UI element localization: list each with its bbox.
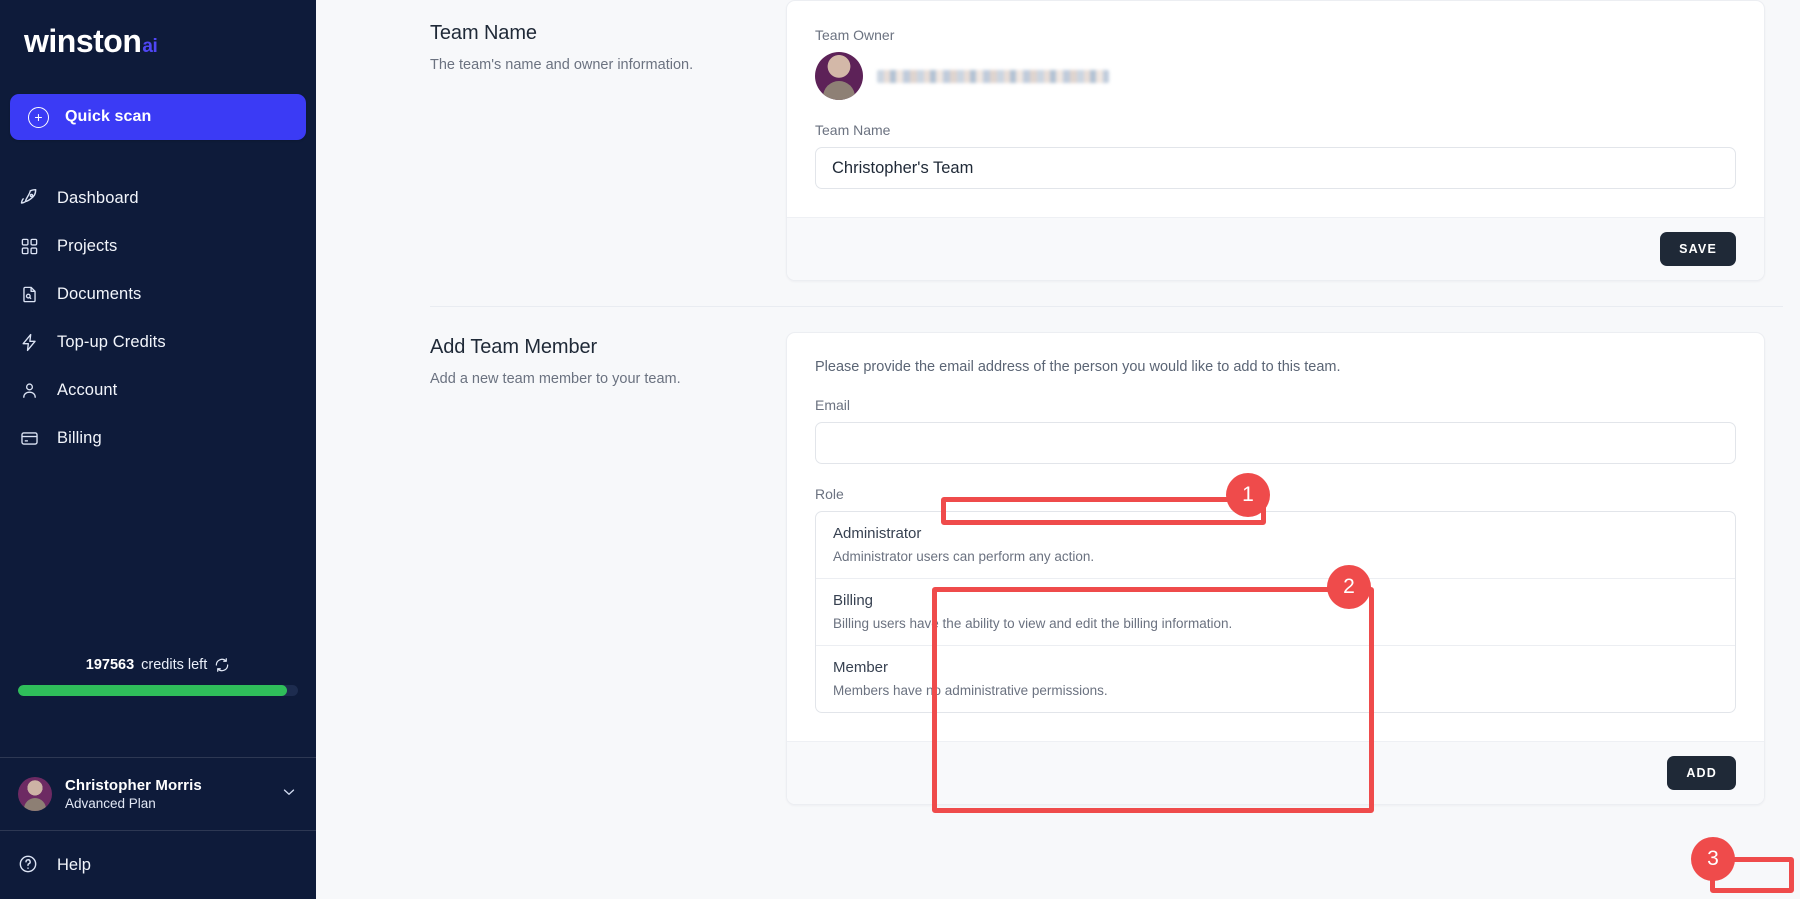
add-member-title: Add Team Member <box>430 336 786 359</box>
sidebar-user-menu[interactable]: Christopher Morris Advanced Plan <box>0 757 316 831</box>
email-field-block: Email <box>815 397 1736 464</box>
add-member-card: Please provide the email address of the … <box>786 332 1765 805</box>
avatar <box>18 777 52 811</box>
credit-card-icon <box>18 427 40 449</box>
sidebar-nav: Dashboard Projects Documents Top-up Cred… <box>0 174 316 462</box>
team-owner-row <box>815 52 1736 100</box>
email-input[interactable] <box>815 422 1736 464</box>
team-owner-label: Team Owner <box>815 27 1736 43</box>
user-info: Christopher Morris Advanced Plan <box>65 777 280 811</box>
sidebar-item-label: Top-up Credits <box>57 333 166 352</box>
brand-suffix: ai <box>142 36 157 59</box>
add-member-card-body: Please provide the email address of the … <box>787 333 1764 741</box>
grid-icon <box>18 235 40 257</box>
app-root: winstonai + Quick scan Dashboard Project… <box>0 0 1800 899</box>
chevron-down-icon <box>280 783 298 806</box>
role-option-name: Billing <box>833 592 1718 609</box>
role-option-member[interactable]: Member Members have no administrative pe… <box>816 645 1735 712</box>
bolt-icon <box>18 331 40 353</box>
plus-circle-icon: + <box>28 107 49 128</box>
annotation-badge-1: 1 <box>1226 473 1270 517</box>
team-name-heading-block: Team Name The team's name and owner info… <box>316 0 786 281</box>
annotation-badge-3: 3 <box>1691 837 1735 881</box>
team-name-subtitle: The team's name and owner information. <box>430 55 786 76</box>
sidebar-item-documents[interactable]: Documents <box>0 270 316 318</box>
avatar <box>815 52 863 100</box>
add-member-card-footer: ADD <box>787 741 1764 804</box>
add-member-intro: Please provide the email address of the … <box>815 359 1736 375</box>
help-label: Help <box>57 856 91 875</box>
role-option-description: Billing users have the ability to view a… <box>833 616 1718 631</box>
add-member-heading-block: Add Team Member Add a new team member to… <box>316 332 786 805</box>
help-circle-icon <box>18 854 40 876</box>
add-button[interactable]: ADD <box>1667 756 1736 790</box>
role-option-description: Administrator users can perform any acti… <box>833 549 1718 564</box>
sidebar-item-dashboard[interactable]: Dashboard <box>0 174 316 222</box>
role-option-name: Administrator <box>833 525 1718 542</box>
team-name-input[interactable] <box>815 147 1736 189</box>
brand-name: winston <box>24 22 141 60</box>
sidebar-item-label: Documents <box>57 285 141 304</box>
team-name-label: Team Name <box>815 122 1736 138</box>
role-dropdown[interactable]: Administrator Administrator users can pe… <box>815 511 1736 713</box>
refresh-icon[interactable] <box>214 657 230 673</box>
role-option-billing[interactable]: Billing Billing users have the ability t… <box>816 578 1735 645</box>
role-option-name: Member <box>833 659 1718 676</box>
user-plan: Advanced Plan <box>65 796 280 811</box>
annotation-badge-2: 2 <box>1327 565 1371 609</box>
credits-amount: 197563 <box>86 657 134 673</box>
team-name-section: Team Name The team's name and owner info… <box>316 0 1800 281</box>
sidebar-item-help[interactable]: Help <box>0 831 316 899</box>
sidebar-item-label: Dashboard <box>57 189 139 208</box>
sidebar-item-label: Projects <box>57 237 117 256</box>
team-owner-field: Team Owner <box>815 27 1736 100</box>
add-team-member-section: Add Team Member Add a new team member to… <box>316 332 1800 805</box>
user-icon <box>18 379 40 401</box>
credits-progress-fill <box>18 685 287 696</box>
credits-widget: 197563 credits left <box>0 657 316 696</box>
page-title: Team Name <box>430 22 786 45</box>
sidebar-item-account[interactable]: Account <box>0 366 316 414</box>
team-name-card-body: Team Owner Team Name <box>787 1 1764 217</box>
team-name-card-footer: SAVE <box>787 217 1764 280</box>
brand-logo[interactable]: winstonai <box>0 0 316 60</box>
sidebar-item-label: Account <box>57 381 117 400</box>
add-member-subtitle: Add a new team member to your team. <box>430 369 786 390</box>
sidebar-item-top-up-credits[interactable]: Top-up Credits <box>0 318 316 366</box>
section-divider <box>430 306 1783 307</box>
save-button[interactable]: SAVE <box>1660 232 1736 266</box>
sidebar-item-projects[interactable]: Projects <box>0 222 316 270</box>
credits-text: 197563 credits left <box>18 657 298 673</box>
owner-email-redacted <box>877 70 1109 83</box>
role-option-administrator[interactable]: Administrator Administrator users can pe… <box>816 512 1735 578</box>
email-label: Email <box>815 397 1736 413</box>
role-label: Role <box>815 486 1736 502</box>
credits-label: credits left <box>141 657 207 673</box>
user-name: Christopher Morris <box>65 777 280 794</box>
role-field-block: Role Administrator Administrator users c… <box>815 486 1736 713</box>
quick-scan-label: Quick scan <box>65 108 151 126</box>
document-search-icon <box>18 283 40 305</box>
credits-progress-bar <box>18 685 298 696</box>
rocket-icon <box>18 187 40 209</box>
quick-scan-button[interactable]: + Quick scan <box>10 94 306 140</box>
sidebar: winstonai + Quick scan Dashboard Project… <box>0 0 316 899</box>
sidebar-item-billing[interactable]: Billing <box>0 414 316 462</box>
team-name-card: Team Owner Team Name SAVE <box>786 0 1765 281</box>
main-content: Team Name The team's name and owner info… <box>316 0 1800 899</box>
sidebar-item-label: Billing <box>57 429 102 448</box>
role-option-description: Members have no administrative permissio… <box>833 683 1718 698</box>
team-name-field: Team Name <box>815 122 1736 189</box>
